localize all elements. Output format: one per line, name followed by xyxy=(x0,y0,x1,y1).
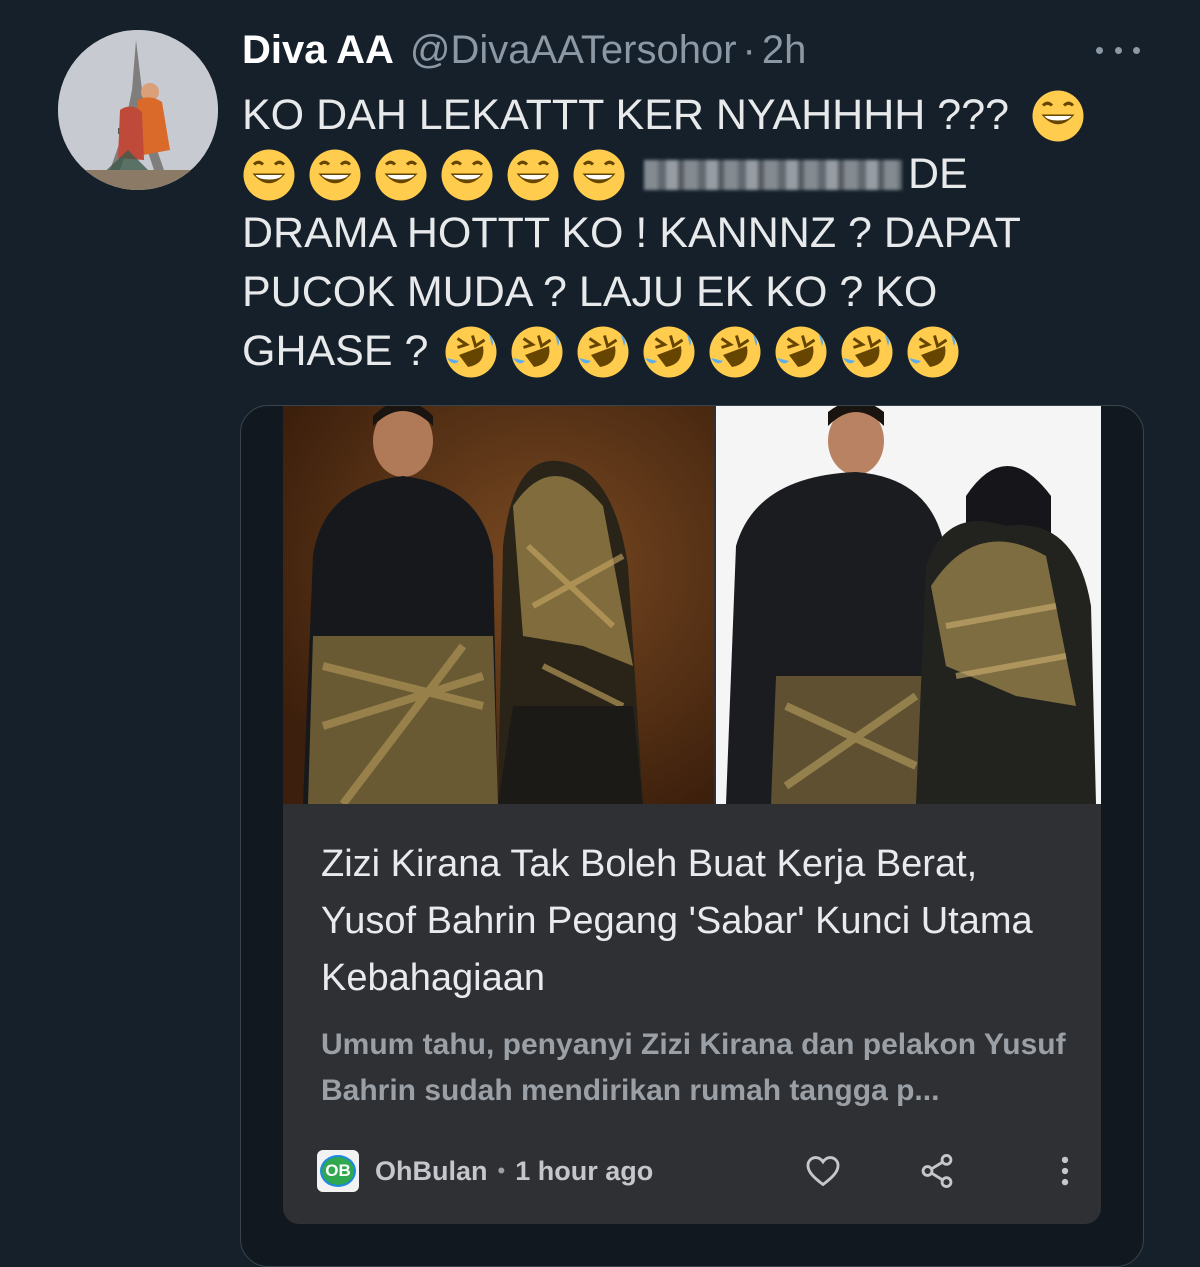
time-ago: 1 hour ago xyxy=(515,1155,654,1186)
tweet-line-text: DE xyxy=(908,150,968,198)
grinning-face-icon xyxy=(507,149,559,200)
news-photo-left xyxy=(283,406,714,804)
grinning-face-icon xyxy=(309,149,361,200)
tweet-line-text: KO DAH LEKATTT KER NYAHHHH ??? xyxy=(242,91,1010,139)
author-name[interactable]: Diva AA xyxy=(242,28,394,73)
tweet-line-5: GHASE ? xyxy=(242,322,1142,381)
news-snippet: Umum tahu, penyanyi Zizi Kirana dan pela… xyxy=(321,1028,1066,1107)
rofl-emoji-icon xyxy=(709,326,761,377)
redacted-text xyxy=(644,159,902,190)
tweet-line-4: PUCOK MUDA ? LAJU EK KO ? KO xyxy=(242,263,1142,322)
tweet-text: KO DAH LEKATTT KER NYAHHHH ??? DE DRAMA … xyxy=(242,86,1142,381)
rofl-emoji-icon xyxy=(775,326,827,377)
tweet-timestamp[interactable]: 2h xyxy=(762,28,807,73)
tweet-line-text: DRAMA HOTTT KO ! KANNNZ ? DAPAT xyxy=(242,209,1021,257)
news-source-row: OB OhBulan • 1 hour ago xyxy=(317,1146,1077,1196)
news-card[interactable]: Zizi Kirana Tak Boleh Buat Kerja Berat, … xyxy=(283,406,1101,1224)
grinning-face-icon xyxy=(375,149,427,200)
news-photo-right xyxy=(716,406,1101,804)
author-avatar[interactable] xyxy=(58,30,218,190)
tweet-line-2: DE xyxy=(242,145,1142,204)
source-separator: • xyxy=(497,1158,506,1183)
rofl-emoji-icon xyxy=(511,326,563,377)
tweet-line-3: DRAMA HOTTT KO ! KANNNZ ? DAPAT xyxy=(242,204,1142,263)
news-headline[interactable]: Zizi Kirana Tak Boleh Buat Kerja Berat, … xyxy=(321,836,1081,1007)
grinning-face-icon xyxy=(243,149,295,200)
heart-icon[interactable] xyxy=(801,1149,845,1193)
more-vertical-icon[interactable] xyxy=(1043,1149,1087,1193)
rofl-emoji-icon xyxy=(577,326,629,377)
tweet-line-text: GHASE ? xyxy=(242,327,429,375)
attached-media[interactable]: Zizi Kirana Tak Boleh Buat Kerja Berat, … xyxy=(240,405,1144,1267)
share-icon[interactable] xyxy=(915,1149,959,1193)
source-name[interactable]: OhBulan xyxy=(375,1156,488,1187)
rofl-emoji-icon xyxy=(841,326,893,377)
grinning-face-icon xyxy=(1032,90,1084,141)
more-horizontal-icon[interactable] xyxy=(1096,38,1140,62)
tweet-header: Diva AA @DivaAATersohor · 2h xyxy=(242,28,806,76)
rofl-emoji-icon xyxy=(907,326,959,377)
tweet-line-text: PUCOK MUDA ? LAJU EK KO ? KO xyxy=(242,268,938,316)
header-separator: · xyxy=(742,28,756,72)
tweet-line-1: KO DAH LEKATTT KER NYAHHHH ??? xyxy=(242,86,1142,145)
rofl-emoji-icon xyxy=(445,326,497,377)
rofl-emoji-icon xyxy=(643,326,695,377)
author-handle[interactable]: @DivaAATersohor xyxy=(410,28,737,73)
grinning-face-icon xyxy=(441,149,493,200)
avatar-photo xyxy=(58,30,218,190)
source-logo: OB xyxy=(317,1150,359,1192)
source-logo-text: OB xyxy=(320,1155,356,1187)
grinning-face-icon xyxy=(573,149,625,200)
